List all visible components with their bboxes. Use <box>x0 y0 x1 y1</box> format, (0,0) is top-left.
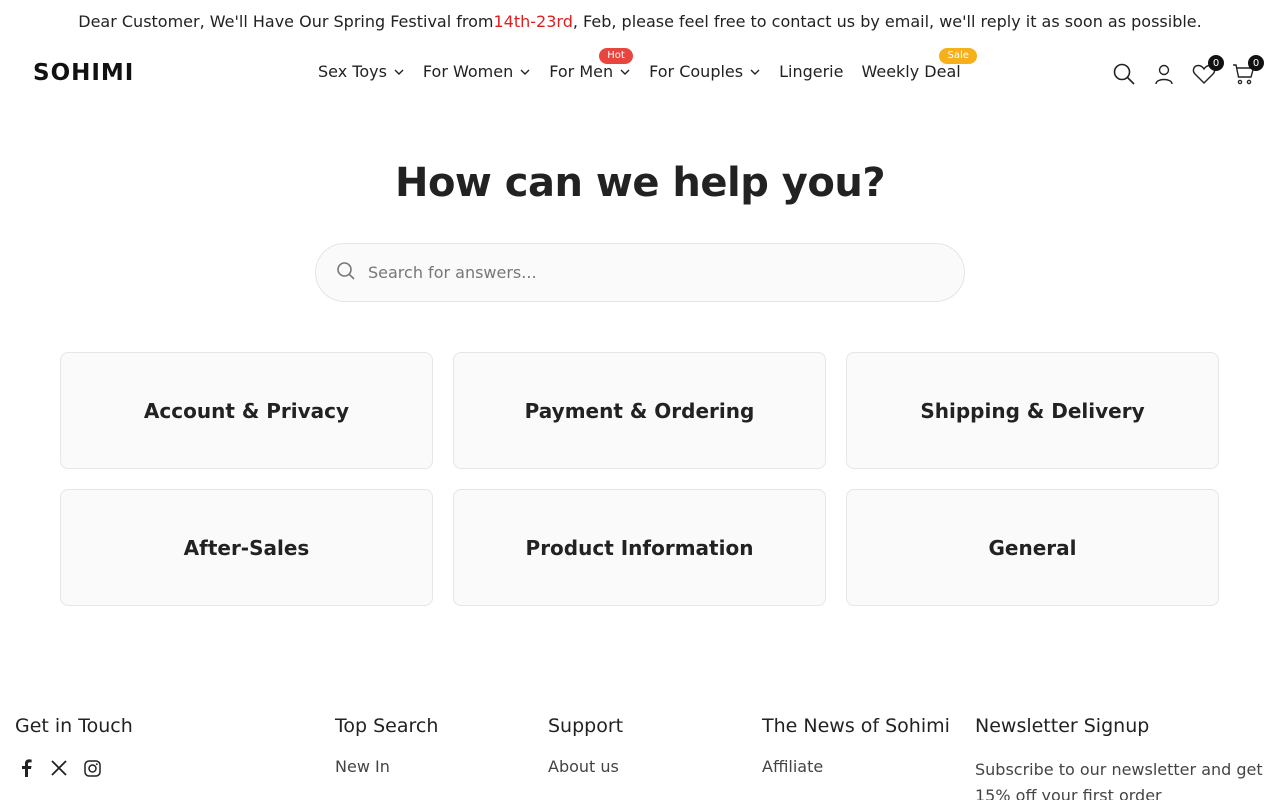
chevron-down-icon <box>520 69 530 75</box>
chevron-down-icon <box>750 69 760 75</box>
category-card-after-sales[interactable]: After-Sales <box>60 489 433 606</box>
footer-heading: Get in Touch <box>15 715 133 737</box>
page-title: How can we help you? <box>394 160 886 206</box>
nav-item-for-women[interactable]: For Women <box>423 62 531 81</box>
nav-item-lingerie[interactable]: Lingerie <box>779 62 843 81</box>
footer-col-support: Support About us <box>548 715 623 776</box>
sale-badge: Sale <box>939 48 977 64</box>
instagram-icon[interactable] <box>81 757 103 779</box>
x-icon[interactable] <box>48 757 70 779</box>
newsletter-text: Subscribe to our newsletter and get 15% … <box>975 760 1263 800</box>
site-footer: Get in Touch Top Search New In Support A… <box>0 715 1280 800</box>
footer-heading: Top Search <box>335 715 439 737</box>
nav-label: Weekly Deal <box>861 62 961 81</box>
category-card-shipping-delivery[interactable]: Shipping & Delivery <box>846 352 1219 469</box>
cart-count: 0 <box>1248 55 1264 71</box>
footer-link-new-in[interactable]: New In <box>335 757 438 776</box>
category-card-payment-ordering[interactable]: Payment & Ordering <box>453 352 826 469</box>
nav-label: Sex Toys <box>318 62 387 81</box>
footer-heading: Newsletter Signup <box>975 715 1150 737</box>
chevron-down-icon <box>620 69 630 75</box>
main-nav: Sex Toys For Women For Men Hot For Coupl… <box>318 48 979 81</box>
help-search-input[interactable] <box>368 263 928 282</box>
heart-icon[interactable]: 0 <box>1190 55 1224 88</box>
site-header: SOHIMI Sex Toys For Women For Men Hot Fo… <box>0 42 1280 106</box>
footer-heading: Support <box>548 715 624 737</box>
nav-item-weekly-deal[interactable]: Weekly Deal Sale <box>861 48 977 81</box>
chevron-down-icon <box>394 69 404 75</box>
social-links <box>15 757 133 779</box>
hot-badge: Hot <box>599 48 633 64</box>
footer-heading: The News of Sohimi <box>762 715 950 737</box>
announcement-text-end: , Feb, please feel free to contact us by… <box>572 11 1202 31</box>
footer-col-get-in-touch: Get in Touch <box>15 715 133 779</box>
announcement-text: Dear Customer, We'll Have Our Spring Fes… <box>78 11 494 31</box>
search-icon[interactable] <box>1110 60 1138 88</box>
announcement-highlight: 14th-23rd <box>493 11 573 31</box>
category-card-general[interactable]: General <box>846 489 1219 606</box>
user-icon[interactable] <box>1150 60 1178 88</box>
nav-label: For Couples <box>649 62 744 81</box>
footer-link-affiliate[interactable]: Affiliate <box>762 757 950 776</box>
footer-col-newsletter: Newsletter Signup Subscribe to our newsl… <box>975 715 1265 800</box>
nav-label: Lingerie <box>779 62 844 81</box>
help-categories: Account & Privacy Payment & Ordering Shi… <box>60 352 1220 606</box>
nav-item-for-men[interactable]: For Men Hot <box>549 48 633 81</box>
footer-col-top-search: Top Search New In <box>335 715 438 776</box>
cart-icon[interactable]: 0 <box>1230 55 1264 88</box>
help-search-bar <box>315 243 965 302</box>
facebook-icon[interactable] <box>15 757 37 779</box>
announcement-bar: Dear Customer, We'll Have Our Spring Fes… <box>0 0 1280 42</box>
logo[interactable]: SOHIMI <box>33 60 134 86</box>
nav-label: For Men <box>549 62 614 81</box>
header-icons: 0 0 <box>1110 55 1264 88</box>
nav-item-sex-toys[interactable]: Sex Toys <box>318 62 405 81</box>
wishlist-count: 0 <box>1208 55 1224 71</box>
nav-item-for-couples[interactable]: For Couples <box>649 62 761 81</box>
category-card-product-information[interactable]: Product Information <box>453 489 826 606</box>
footer-link-about-us[interactable]: About us <box>548 757 623 776</box>
footer-col-news: The News of Sohimi Affiliate <box>762 715 950 776</box>
search-icon <box>336 261 356 285</box>
category-card-account-privacy[interactable]: Account & Privacy <box>60 352 433 469</box>
nav-label: For Women <box>422 62 514 81</box>
